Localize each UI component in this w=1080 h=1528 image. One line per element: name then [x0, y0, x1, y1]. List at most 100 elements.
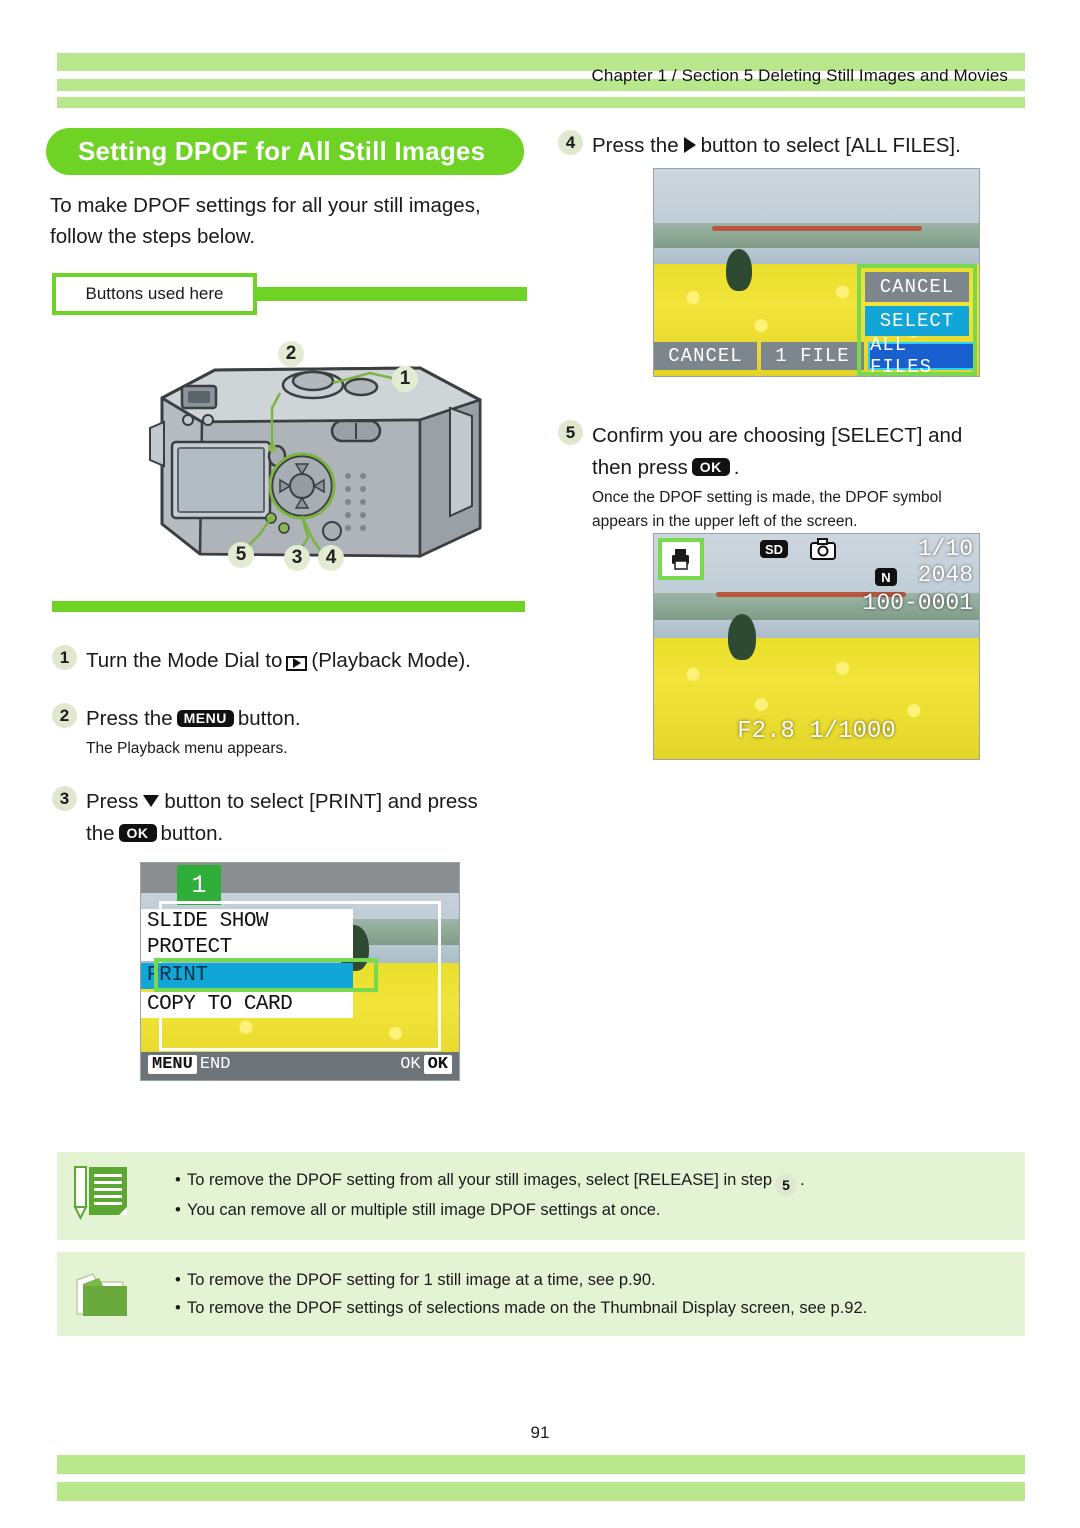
ok-button-key-step5: OK: [691, 458, 730, 476]
buttons-used-here-bar: [255, 287, 527, 301]
popup-item-cancel[interactable]: CANCEL: [865, 272, 969, 302]
buttons-used-here-label: Buttons used here: [52, 273, 257, 315]
lcd-menu-bottom-left: MENU END: [145, 1055, 230, 1074]
ok-key-chip: OK: [423, 1055, 452, 1074]
step-3-text-before: Press: [86, 790, 139, 813]
step-3-line-2: the OK button.: [86, 818, 542, 850]
file-number-label: 100-0001: [862, 590, 973, 616]
button-1-file[interactable]: 1 FILE: [761, 342, 864, 370]
lcd-menu-bottom-right: OK OK: [400, 1055, 455, 1074]
step-5-line2-after: .: [733, 456, 740, 479]
right-arrow-icon: [683, 137, 696, 153]
step-3-line2-before: the: [86, 822, 115, 845]
note-box-reference: • To remove the DPOF setting for 1 still …: [57, 1252, 1025, 1336]
dpof-print-icon: [672, 549, 689, 570]
step-4-text: Press the button to select [ALL FILES].: [592, 130, 1028, 162]
playback-mode-icon: [286, 655, 308, 671]
camera-callout-4: 4: [318, 545, 344, 571]
button-cancel[interactable]: CANCEL: [654, 342, 757, 370]
step-2-subtext: The Playback menu appears.: [86, 740, 288, 757]
step-4-badge: 4: [558, 130, 583, 155]
step-2-text-after: button.: [237, 707, 301, 730]
step-2-badge: 2: [52, 703, 77, 728]
sd-card-badge: SD: [760, 540, 788, 558]
note-reference-bullet-1: • To remove the DPOF setting for 1 still …: [175, 1271, 656, 1289]
intro-line-2: follow the steps below.: [50, 225, 256, 248]
camera-icon: [810, 538, 836, 560]
step-1: 1 Turn the Mode Dial to (Playback Mode).: [52, 645, 542, 677]
step-3-badge: 3: [52, 786, 77, 811]
lcd-screenshot-all-files: CANCEL 1 FILE ALL FILES CANCEL SELECT: [653, 168, 980, 377]
exposure-label: F2.8 1/1000: [737, 718, 896, 745]
note-reference-bullet-2-text: To remove the DPOF settings of selection…: [187, 1299, 868, 1317]
menu-key-chip: MENU: [148, 1055, 197, 1074]
step-2: 2 Press the MENU button. The Playback menu…: [52, 703, 542, 761]
camera-callout-5: 5: [228, 542, 254, 568]
step-1-text-before: Turn the Mode Dial to: [86, 649, 283, 672]
step-1-badge: 1: [52, 645, 77, 670]
step-5-subtext-2: appears in the upper left of the screen.: [592, 513, 858, 530]
page-number: 91: [530, 1423, 550, 1442]
note-box-memo: • To remove the DPOF setting from all you…: [57, 1152, 1025, 1240]
dpof-symbol-highlight: [658, 538, 704, 580]
menu-button-key: MENU: [176, 709, 234, 727]
resolution-label: 2048: [917, 562, 973, 588]
popup-item-select[interactable]: SELECT: [865, 306, 969, 336]
step-4: 4 Press the button to select [ALL FILES].: [558, 130, 1028, 162]
step-5-line-2: then press OK.: [592, 452, 1028, 484]
page-title: Setting DPOF for All Still Images: [46, 128, 524, 175]
quality-badge: N: [875, 568, 897, 586]
step-3-text-mid: button to select [PRINT] and press: [164, 790, 478, 813]
lcd-menu-end-label: END: [199, 1055, 231, 1074]
footer-bar-bottom: [57, 1482, 1025, 1501]
step-3: 3 Press button to select [PRINT] and pres…: [52, 786, 542, 850]
frame-counter: 1/10: [917, 536, 973, 562]
header-breadcrumb: Chapter 1 / Section 5 Deleting Still Ima…: [591, 66, 1008, 85]
camera-callout-2: 2: [278, 341, 304, 367]
footer-bar-top: [57, 1455, 1025, 1474]
memo-pencil-icon: [73, 1166, 127, 1221]
intro-line-1: To make DPOF settings for all your still…: [50, 194, 481, 217]
menu-item-slide-show[interactable]: SLIDE SHOW: [141, 909, 353, 935]
note-memo-bullet-1-tail: .: [800, 1171, 805, 1189]
section-divider-rule: [52, 601, 525, 612]
lcd-all-tree: [726, 249, 752, 291]
step-5-text: Confirm you are choosing [SELECT] and th…: [592, 420, 1028, 534]
step-5: 5 Confirm you are choosing [SELECT] and …: [558, 420, 1028, 534]
lcd-all-popup-highlight: CANCEL SELECT: [857, 264, 977, 376]
note-reference-bullet-1-text: To remove the DPOF setting for 1 still i…: [187, 1271, 656, 1289]
lcd-menu-page-badge: 1: [177, 865, 221, 905]
step-2-text-before: Press the: [86, 707, 173, 730]
note-memo-step-badge: 5: [775, 1174, 798, 1196]
step-5-badge: 5: [558, 420, 583, 445]
note-reference-bullet-2: • To remove the DPOF settings of selectio…: [175, 1299, 868, 1317]
header-bar-bottom: [57, 97, 1025, 108]
step-3-text: Press button to select [PRINT] and press …: [86, 786, 542, 850]
lcd-menu-ok-label: OK: [400, 1055, 421, 1074]
step-2-text: Press the MENU button. The Playback menu a…: [86, 703, 542, 761]
folder-icon: [76, 1273, 127, 1316]
lcd-all-bridge: [712, 226, 922, 231]
step-3-line2-after: button.: [160, 822, 224, 845]
down-arrow-icon: [143, 795, 160, 807]
step-5-line-1: Confirm you are choosing [SELECT] and: [592, 424, 963, 447]
camera-callout-3: 3: [284, 545, 310, 571]
step-4-text-after: button to select [ALL FILES].: [700, 134, 961, 157]
note-memo-bullet-1: • To remove the DPOF setting from all you…: [175, 1166, 1009, 1196]
note-memo-bullet-1-text: To remove the DPOF setting from all your…: [187, 1171, 773, 1189]
lcd-final-tree: [728, 614, 756, 660]
lcd-screenshot-playback-menu: 1 SLIDE SHOW PROTECT PRINT COPY TO CARD …: [140, 862, 460, 1081]
lcd-menu-bottombar: MENU END OK OK: [141, 1052, 459, 1080]
step-1-text: Turn the Mode Dial to (Playback Mode).: [86, 645, 542, 677]
note-reference-bullets: • To remove the DPOF setting for 1 still …: [175, 1266, 1009, 1322]
step-1-text-after: (Playback Mode).: [311, 649, 471, 672]
note-memo-bullet-2: • You can remove all or multiple still im…: [175, 1201, 661, 1219]
lcd-screenshot-dpof-result: SD 1/10 N 2048 100-0001 F2.8 1/1000: [653, 533, 980, 760]
intro-paragraph: To make DPOF settings for all your still…: [50, 190, 550, 252]
step-5-subtext-1: Once the DPOF setting is made, the DPOF …: [592, 489, 942, 506]
lcd-menu-selection-highlight: [154, 958, 378, 992]
ok-button-key: OK: [118, 824, 157, 842]
camera-callout-1: 1: [392, 366, 418, 392]
menu-item-copy-to-card[interactable]: COPY TO CARD: [141, 992, 353, 1018]
step-4-text-before: Press the: [592, 134, 679, 157]
